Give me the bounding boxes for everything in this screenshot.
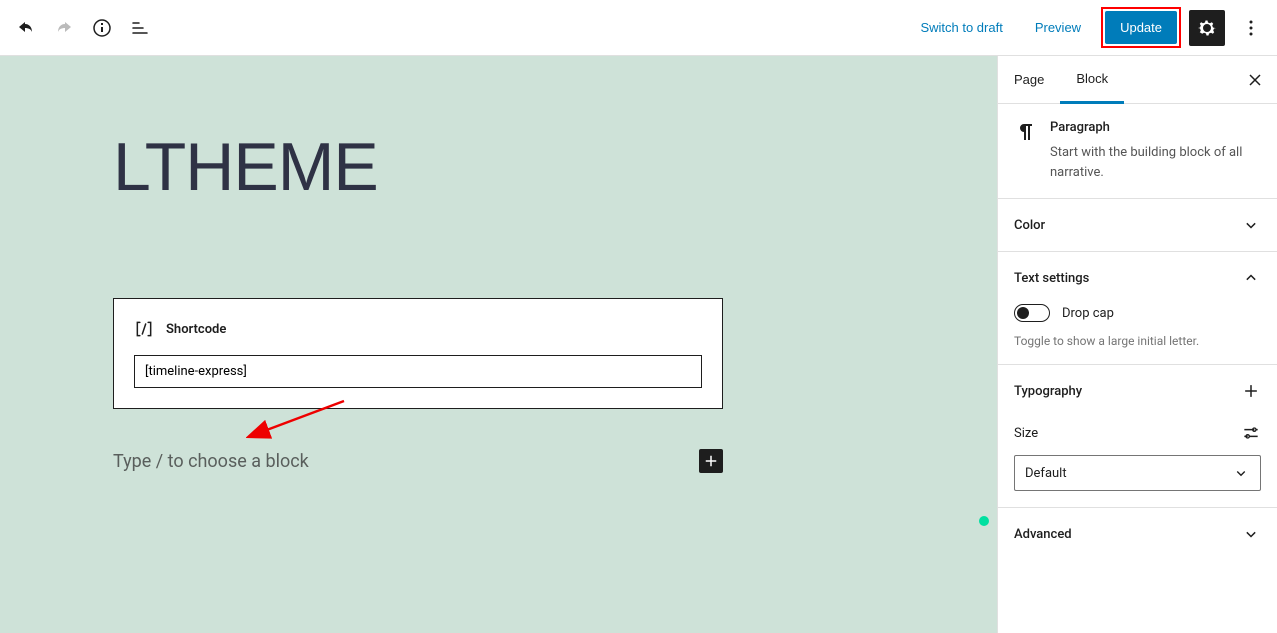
close-icon xyxy=(1245,70,1265,90)
redo-button[interactable] xyxy=(46,10,82,46)
typography-panel: Typography Size Default xyxy=(998,365,1277,508)
info-icon xyxy=(90,16,114,40)
tab-page[interactable]: Page xyxy=(998,56,1060,104)
topbar-left-group xyxy=(8,10,158,46)
text-settings-panel: Text settings Drop cap Toggle to show a … xyxy=(998,252,1277,365)
editor-canvas: LTHEME Shortcode Type / to choose a bloc… xyxy=(0,56,997,633)
size-label: Size xyxy=(1014,426,1038,441)
undo-button[interactable] xyxy=(8,10,44,46)
empty-block-row[interactable]: Type / to choose a block xyxy=(113,449,723,473)
text-settings-title: Text settings xyxy=(1014,271,1089,286)
size-select[interactable]: Default xyxy=(1014,455,1261,491)
advanced-section-title: Advanced xyxy=(1014,527,1072,542)
shortcode-icon xyxy=(134,319,154,339)
undo-icon xyxy=(14,16,38,40)
info-button[interactable] xyxy=(84,10,120,46)
status-dot-icon xyxy=(979,516,989,526)
color-section-toggle[interactable]: Color xyxy=(998,199,1277,252)
shortcode-block[interactable]: Shortcode xyxy=(113,298,723,409)
tab-block[interactable]: Block xyxy=(1060,56,1124,104)
more-options-button[interactable] xyxy=(1233,10,1269,46)
list-view-icon xyxy=(128,16,152,40)
preview-button[interactable]: Preview xyxy=(1023,14,1093,41)
advanced-section-toggle[interactable]: Advanced xyxy=(998,508,1277,560)
outline-button[interactable] xyxy=(122,10,158,46)
top-bar: Switch to draft Preview Update xyxy=(0,0,1277,56)
page-title[interactable]: LTHEME xyxy=(113,128,723,206)
plus-icon xyxy=(702,452,720,470)
block-placeholder: Type / to choose a block xyxy=(113,451,699,472)
switch-to-draft-button[interactable]: Switch to draft xyxy=(908,14,1014,41)
plus-icon[interactable] xyxy=(1241,381,1261,401)
gear-icon xyxy=(1195,16,1219,40)
chevron-down-icon xyxy=(1241,215,1261,235)
size-select-value: Default xyxy=(1025,466,1067,481)
update-button[interactable]: Update xyxy=(1105,11,1177,44)
dots-vertical-icon xyxy=(1239,16,1263,40)
drop-cap-label: Drop cap xyxy=(1062,306,1114,321)
paragraph-heading: Paragraph xyxy=(1050,120,1261,135)
drop-cap-help: Toggle to show a large initial letter. xyxy=(1014,334,1261,348)
add-block-button[interactable] xyxy=(699,449,723,473)
chevron-up-icon xyxy=(1241,268,1261,288)
drop-cap-toggle[interactable] xyxy=(1014,304,1050,322)
shortcode-block-header: Shortcode xyxy=(134,319,702,339)
shortcode-input[interactable] xyxy=(134,355,702,388)
update-highlight-box: Update xyxy=(1101,7,1181,48)
redo-icon xyxy=(52,16,76,40)
chevron-down-icon xyxy=(1241,524,1261,544)
sliders-icon[interactable] xyxy=(1241,423,1261,443)
typography-title: Typography xyxy=(1014,384,1082,399)
sidebar-tabs: Page Block xyxy=(998,56,1277,104)
paragraph-icon xyxy=(1014,120,1038,148)
settings-button[interactable] xyxy=(1189,10,1225,46)
settings-sidebar: Page Block Paragraph Start with the buil… xyxy=(997,56,1277,633)
topbar-right-group: Switch to draft Preview Update xyxy=(908,7,1269,48)
color-section-title: Color xyxy=(1014,218,1045,233)
shortcode-label: Shortcode xyxy=(166,322,226,337)
paragraph-panel: Paragraph Start with the building block … xyxy=(998,104,1277,199)
close-sidebar-button[interactable] xyxy=(1237,62,1273,98)
chevron-down-icon xyxy=(1232,464,1250,482)
paragraph-description: Start with the building block of all nar… xyxy=(1050,143,1261,182)
